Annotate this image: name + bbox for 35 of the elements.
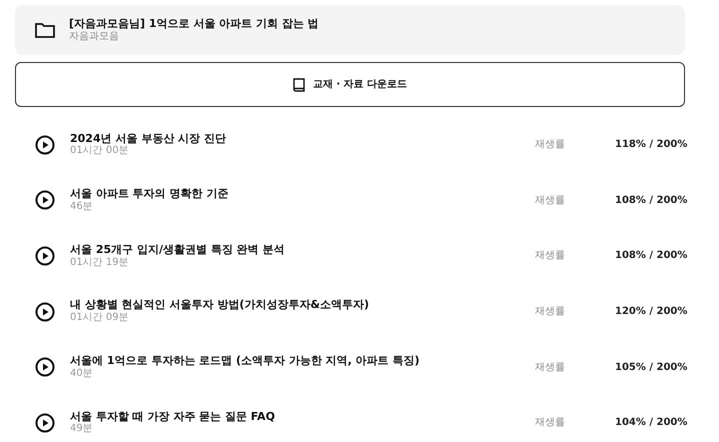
course-title: [자음과모음님] 1억으로 서울 아파트 기회 잡는 법 (69, 16, 319, 31)
rate-value: 105% / 200% (615, 360, 685, 375)
rate-label: 재생률 (535, 305, 566, 320)
lesson-title: 2024년 서울 부동산 시장 진단 (70, 132, 227, 146)
course-author: 자음과모음 (69, 30, 120, 44)
rate-value: 108% / 200% (615, 249, 685, 264)
rate-label: 재생률 (535, 360, 566, 375)
play-icon[interactable] (35, 134, 55, 155)
lesson-title: 서울 아파트 투자의 명확한 기준 (70, 187, 230, 202)
download-button[interactable]: 교재 · 자료 다운로드 (15, 62, 685, 107)
folder-icon (35, 22, 55, 38)
rate-value: 108% / 200% (615, 194, 685, 208)
play-icon[interactable] (35, 302, 55, 322)
lesson-title: 서울 투자할 때 가장 자주 묻는 질문 FAQ (70, 410, 276, 424)
rate-value: 120% / 200% (615, 305, 685, 320)
book-icon (292, 78, 305, 92)
lesson-title: 서울에 1억으로 투자하는 로드맵 (소액투자 가능한 지역, 아파트 특징) (70, 354, 421, 368)
lesson-duration: 01시간 00분 (70, 145, 130, 158)
lesson-duration: 40분 (70, 368, 94, 380)
play-icon[interactable] (35, 357, 55, 378)
rate-label: 재생률 (535, 249, 566, 264)
lesson-duration: 49분 (70, 423, 94, 436)
play-icon[interactable] (35, 412, 55, 433)
play-icon[interactable] (35, 190, 55, 210)
lesson-title: 서울 25개구 입지/생활권별 특징 완벽 분석 (70, 242, 286, 257)
play-icon[interactable] (35, 246, 55, 266)
lesson-duration: 46분 (70, 201, 94, 214)
lesson-duration: 01시간 19분 (70, 256, 130, 270)
lesson-title: 내 상황별 현실적인 서울투자 방법(가치성장투자&소액투자) (70, 298, 370, 312)
rate-value: 118% / 200% (615, 138, 685, 152)
rate-label: 재생률 (535, 416, 566, 430)
rate-value: 104% / 200% (615, 416, 685, 430)
rate-label: 재생률 (535, 138, 566, 152)
rate-label: 재생률 (535, 194, 566, 208)
lesson-duration: 01시간 09분 (70, 312, 130, 325)
